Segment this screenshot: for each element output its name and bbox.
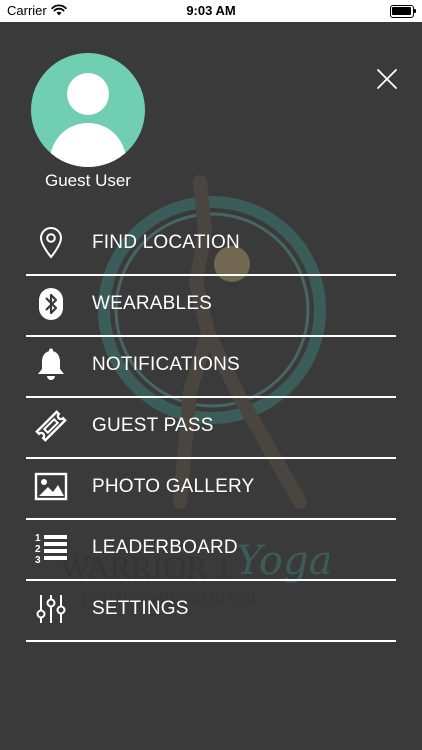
menu-item-guest-pass[interactable]: GUEST PASS <box>26 398 396 459</box>
menu-item-settings[interactable]: SETTINGS <box>26 581 396 642</box>
battery-icon <box>390 5 416 18</box>
bell-icon <box>38 348 64 380</box>
menu-item-label: FIND LOCATION <box>92 232 240 253</box>
clock: 9:03 AM <box>186 3 236 18</box>
avatar[interactable] <box>31 53 145 167</box>
svg-text:2: 2 <box>35 544 41 555</box>
menu-item-label: WEARABLES <box>92 293 213 314</box>
user-silhouette-icon <box>49 73 127 167</box>
menu-item-label: SETTINGS <box>92 598 189 619</box>
menu-item-photo-gallery[interactable]: PHOTO GALLERY <box>26 459 396 520</box>
status-bar: Carrier 9:03 AM <box>0 0 422 22</box>
menu-item-wearables[interactable]: WEARABLES <box>26 276 396 337</box>
menu-item-find-location[interactable]: FIND LOCATION <box>26 215 396 276</box>
user-name: Guest User <box>45 171 131 190</box>
svg-text:3: 3 <box>35 555 41 565</box>
menu-item-label: NOTIFICATIONS <box>92 354 240 375</box>
menu-item-label: LEADERBOARD <box>92 537 238 558</box>
location-pin-icon <box>39 227 63 259</box>
menu-item-notifications[interactable]: NOTIFICATIONS <box>26 337 396 398</box>
menu-item-label: PHOTO GALLERY <box>92 476 255 497</box>
svg-text:1: 1 <box>35 533 41 544</box>
menu-item-label: GUEST PASS <box>92 415 214 436</box>
drawer-menu: FIND LOCATION WEARABLES NOTIFICATIONS GU… <box>26 215 396 642</box>
bluetooth-icon <box>39 288 63 320</box>
close-icon[interactable] <box>376 68 398 90</box>
menu-item-leaderboard[interactable]: 1 2 3 LEADERBOARD <box>26 520 396 581</box>
image-icon <box>34 472 68 501</box>
ticket-icon <box>35 410 67 442</box>
sliders-icon <box>36 595 66 623</box>
ranked-list-icon: 1 2 3 <box>35 533 67 565</box>
side-drawer: WARRIOR 1 Yoga FIND THE WARRIOR IN YOU G… <box>0 22 422 750</box>
